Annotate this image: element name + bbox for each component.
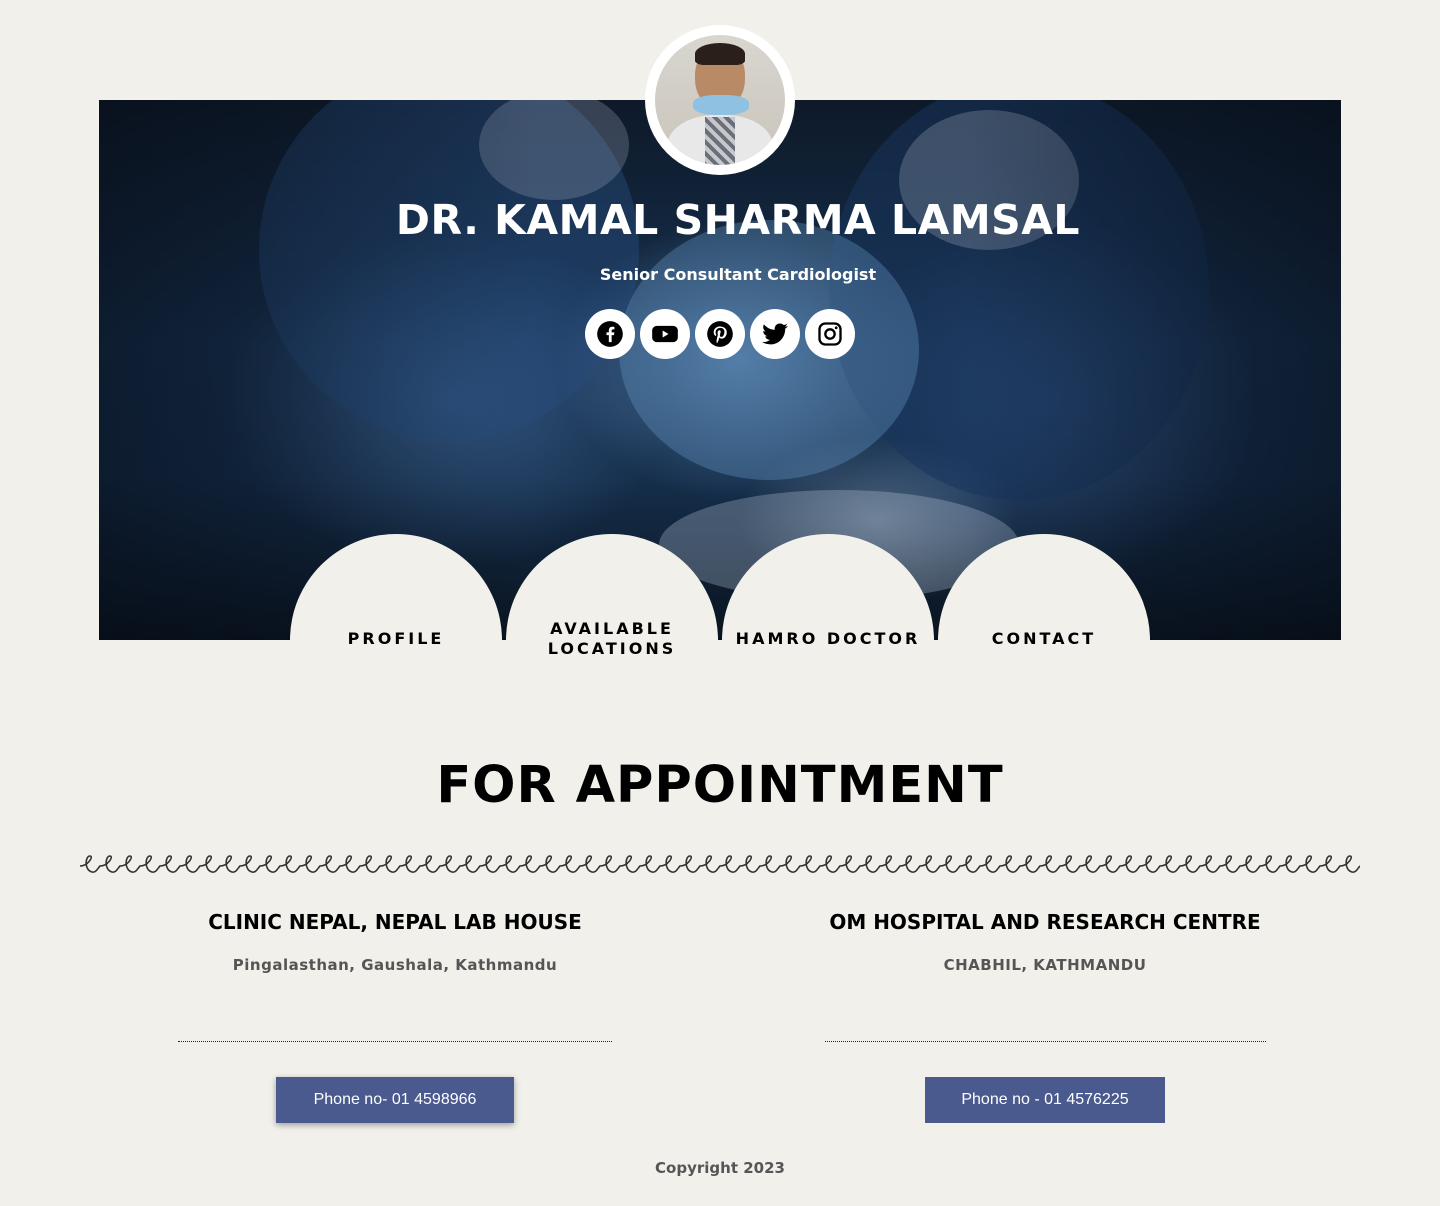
youtube-link[interactable] <box>640 309 690 359</box>
copyright: Copyright 2023 <box>655 1159 785 1177</box>
social-links <box>585 309 855 359</box>
pinterest-link[interactable] <box>695 309 745 359</box>
youtube-icon <box>652 325 678 343</box>
instagram-link[interactable] <box>805 309 855 359</box>
doctor-photo <box>655 35 785 165</box>
location-address: CHABHIL, KATHMANDU <box>943 956 1147 974</box>
nav-mask <box>0 640 1440 700</box>
location-address: Pingalasthan, Gaushala, Kathmandu <box>232 956 558 974</box>
instagram-icon <box>818 322 842 346</box>
twitter-link[interactable] <box>750 309 800 359</box>
facebook-icon <box>597 321 623 347</box>
location-clinic-nepal: CLINIC NEPAL, NEPAL LAB HOUSE Pingalasth… <box>140 910 650 974</box>
location-name: CLINIC NEPAL, NEPAL LAB HOUSE <box>208 910 582 934</box>
phone-button-om-hospital[interactable]: Phone no - 01 4576225 <box>925 1077 1165 1123</box>
dotted-divider <box>178 1041 612 1042</box>
doctor-name: DR. KAMAL SHARMA LAMSAL <box>395 196 1081 244</box>
location-om-hospital: OM HOSPITAL AND RESEARCH CENTRE CHABHIL,… <box>790 910 1300 974</box>
appointment-title: FOR APPOINTMENT <box>436 756 1004 815</box>
twitter-icon <box>762 323 788 345</box>
squiggle-divider <box>80 855 1360 873</box>
location-name: OM HOSPITAL AND RESEARCH CENTRE <box>829 910 1261 934</box>
phone-button-clinic-nepal[interactable]: Phone no- 01 4598966 <box>276 1077 514 1123</box>
doctor-avatar <box>645 25 795 175</box>
dotted-divider <box>825 1041 1266 1042</box>
pinterest-icon <box>707 321 733 347</box>
facebook-link[interactable] <box>585 309 635 359</box>
doctor-title: Senior Consultant Cardiologist <box>599 265 877 284</box>
